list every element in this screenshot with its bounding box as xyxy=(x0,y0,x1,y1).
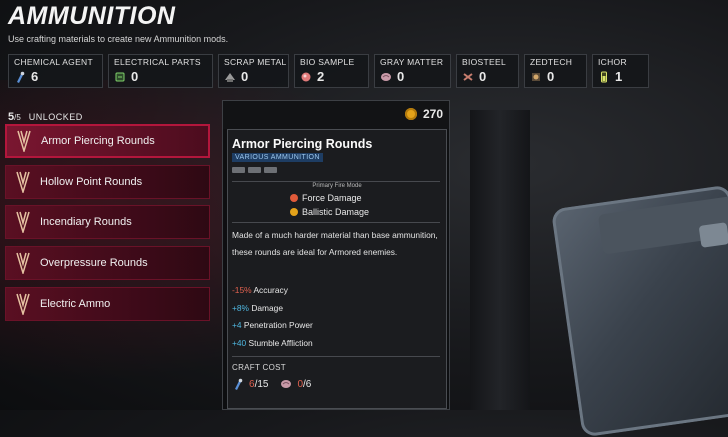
resource-biosteel: BIOSTEEL 0 xyxy=(456,54,519,88)
stat-penetration-power: +4 Penetration Power xyxy=(232,317,313,335)
resource-label: BIO SAMPLE xyxy=(300,57,355,67)
damage-type-force: Force Damage xyxy=(290,193,362,203)
stat-value: +40 xyxy=(232,337,247,348)
resource-count: 6 xyxy=(31,69,39,84)
resource-count: 0 xyxy=(479,69,487,84)
unlocked-total: /5 xyxy=(14,113,21,122)
ammo-badge-icon xyxy=(12,209,34,235)
ballistic-damage-icon xyxy=(290,208,298,216)
gray-matter-icon xyxy=(381,72,391,81)
ammo-badge-icon xyxy=(12,250,34,276)
mod-detail-card: Armor Piercing Rounds VARIOUS AMMUNITION… xyxy=(227,129,447,409)
resource-count: 2 xyxy=(317,69,325,84)
stat-label: Damage xyxy=(251,302,283,313)
resource-gray-matter: GRAY MATTER 0 xyxy=(374,54,451,88)
fire-mode-label: Primary Fire Mode xyxy=(312,183,362,189)
damage-type-label: Ballistic Damage xyxy=(302,207,370,217)
unlocked-label: UNLOCKED xyxy=(28,112,83,122)
background-pillar xyxy=(470,110,530,410)
mod-tier-pips xyxy=(232,167,277,173)
resource-scrap-metal: SCRAP METAL 0 xyxy=(218,54,289,88)
chemical-agent-icon xyxy=(235,378,243,390)
resource-bar: CHEMICAL AGENT 6 ELECTRICAL PARTS 0 SCRA… xyxy=(8,54,649,90)
stat-label: Penetration Power xyxy=(243,320,313,330)
divider xyxy=(232,222,440,223)
mod-item-label: Armor Piercing Rounds xyxy=(41,135,155,147)
coin-icon xyxy=(404,108,417,120)
tier-pip xyxy=(248,167,261,173)
unlocked-counter: 5/5 UNLOCKED xyxy=(8,111,83,123)
cost-need: /15 xyxy=(254,378,269,390)
mod-detail-title: Armor Piercing Rounds xyxy=(232,137,373,151)
resource-zedtech: ZEDTECH 0 xyxy=(524,54,587,88)
stat-value: +4 xyxy=(232,320,242,330)
force-damage-icon xyxy=(290,194,298,202)
stat-accuracy: -15% Accuracy xyxy=(232,282,313,300)
divider xyxy=(232,356,440,357)
resource-count: 1 xyxy=(615,69,623,84)
currency-display: 270 xyxy=(404,107,443,121)
resource-count: 0 xyxy=(547,69,555,84)
electrical-parts-icon xyxy=(115,72,125,81)
mod-item-label: Hollow Point Rounds xyxy=(40,175,143,188)
stat-label: Accuracy xyxy=(253,285,288,295)
resource-label: GRAY MATTER xyxy=(380,57,444,67)
craft-cost-list: 6/15 0/6 xyxy=(232,378,311,390)
resource-count: 0 xyxy=(131,69,139,84)
mod-detail-panel: 270 Armor Piercing Rounds VARIOUS AMMUNI… xyxy=(222,100,450,410)
tier-pip xyxy=(264,167,277,173)
mod-item-label: Electric Ammo xyxy=(40,297,111,310)
resource-label: BIOSTEEL xyxy=(462,57,506,67)
stat-value: +8% xyxy=(232,302,249,313)
mod-item-label: Incendiary Rounds xyxy=(40,216,132,229)
stat-damage: +8% Damage xyxy=(232,300,313,318)
resource-label: ELECTRICAL PARTS xyxy=(114,57,201,67)
zedtech-icon xyxy=(532,72,540,81)
resource-electrical-parts: ELECTRICAL PARTS 0 xyxy=(108,54,213,88)
page-title: AMMUNITION xyxy=(8,2,176,30)
resource-ichor: ICHOR 1 xyxy=(592,54,649,88)
divider xyxy=(232,181,440,182)
page-subtitle: Use crafting materials to create new Amm… xyxy=(8,34,229,44)
resource-label: ZEDTECH xyxy=(530,57,573,67)
resource-chemical-agent: CHEMICAL AGENT 6 xyxy=(8,54,103,88)
resource-count: 0 xyxy=(241,69,249,84)
gray-matter-icon xyxy=(281,380,292,388)
damage-type-ballistic: Ballistic Damage xyxy=(290,207,369,217)
mod-description: Made of a much harder material than base… xyxy=(232,230,438,257)
tier-pip xyxy=(232,167,245,173)
resource-label: SCRAP METAL xyxy=(224,57,287,67)
mod-item-incendiary-rounds[interactable]: Incendiary Rounds xyxy=(5,205,210,240)
mod-category-tag: VARIOUS AMMUNITION xyxy=(232,153,323,162)
ammo-case-logo xyxy=(698,222,728,248)
scrap-metal-icon xyxy=(225,72,235,82)
craft-cost-label: CRAFT COST xyxy=(232,363,286,372)
ammo-mod-list: Armor Piercing Rounds Hollow Point Round… xyxy=(5,124,210,327)
resource-label: ICHOR xyxy=(598,57,627,67)
craft-cost-chemical-agent: 6/15 xyxy=(232,378,268,390)
resource-count: 0 xyxy=(397,69,405,84)
damage-type-label: Force Damage xyxy=(302,193,362,203)
ammo-badge-icon xyxy=(12,169,34,195)
mod-item-hollow-point-rounds[interactable]: Hollow Point Rounds xyxy=(5,164,210,199)
resource-bio-sample: BIO SAMPLE 2 xyxy=(294,54,369,88)
ammo-badge-icon xyxy=(12,291,34,317)
chemical-agent-icon xyxy=(17,71,25,83)
stat-stumble-affliction: +40 Stumble Affliction xyxy=(232,335,313,353)
mod-stats: -15% Accuracy +8% Damage +4 Penetration … xyxy=(232,282,313,352)
ammo-badge-icon xyxy=(13,128,35,154)
currency-value: 270 xyxy=(422,107,443,121)
bio-sample-icon xyxy=(301,72,311,81)
stat-label: Stumble Affliction xyxy=(248,337,313,348)
stat-value: -15% xyxy=(232,285,252,295)
mod-item-label: Overpressure Rounds xyxy=(40,257,148,270)
cost-need: /6 xyxy=(303,378,312,390)
ichor-icon xyxy=(601,71,607,82)
craft-cost-gray-matter: 0/6 xyxy=(280,378,311,390)
mod-item-electric-ammo[interactable]: Electric Ammo xyxy=(5,286,210,321)
mod-item-armor-piercing-rounds[interactable]: Armor Piercing Rounds xyxy=(5,124,210,158)
resource-label: CHEMICAL AGENT xyxy=(14,57,93,67)
mod-item-overpressure-rounds[interactable]: Overpressure Rounds xyxy=(5,246,210,281)
biosteel-icon xyxy=(463,72,473,81)
